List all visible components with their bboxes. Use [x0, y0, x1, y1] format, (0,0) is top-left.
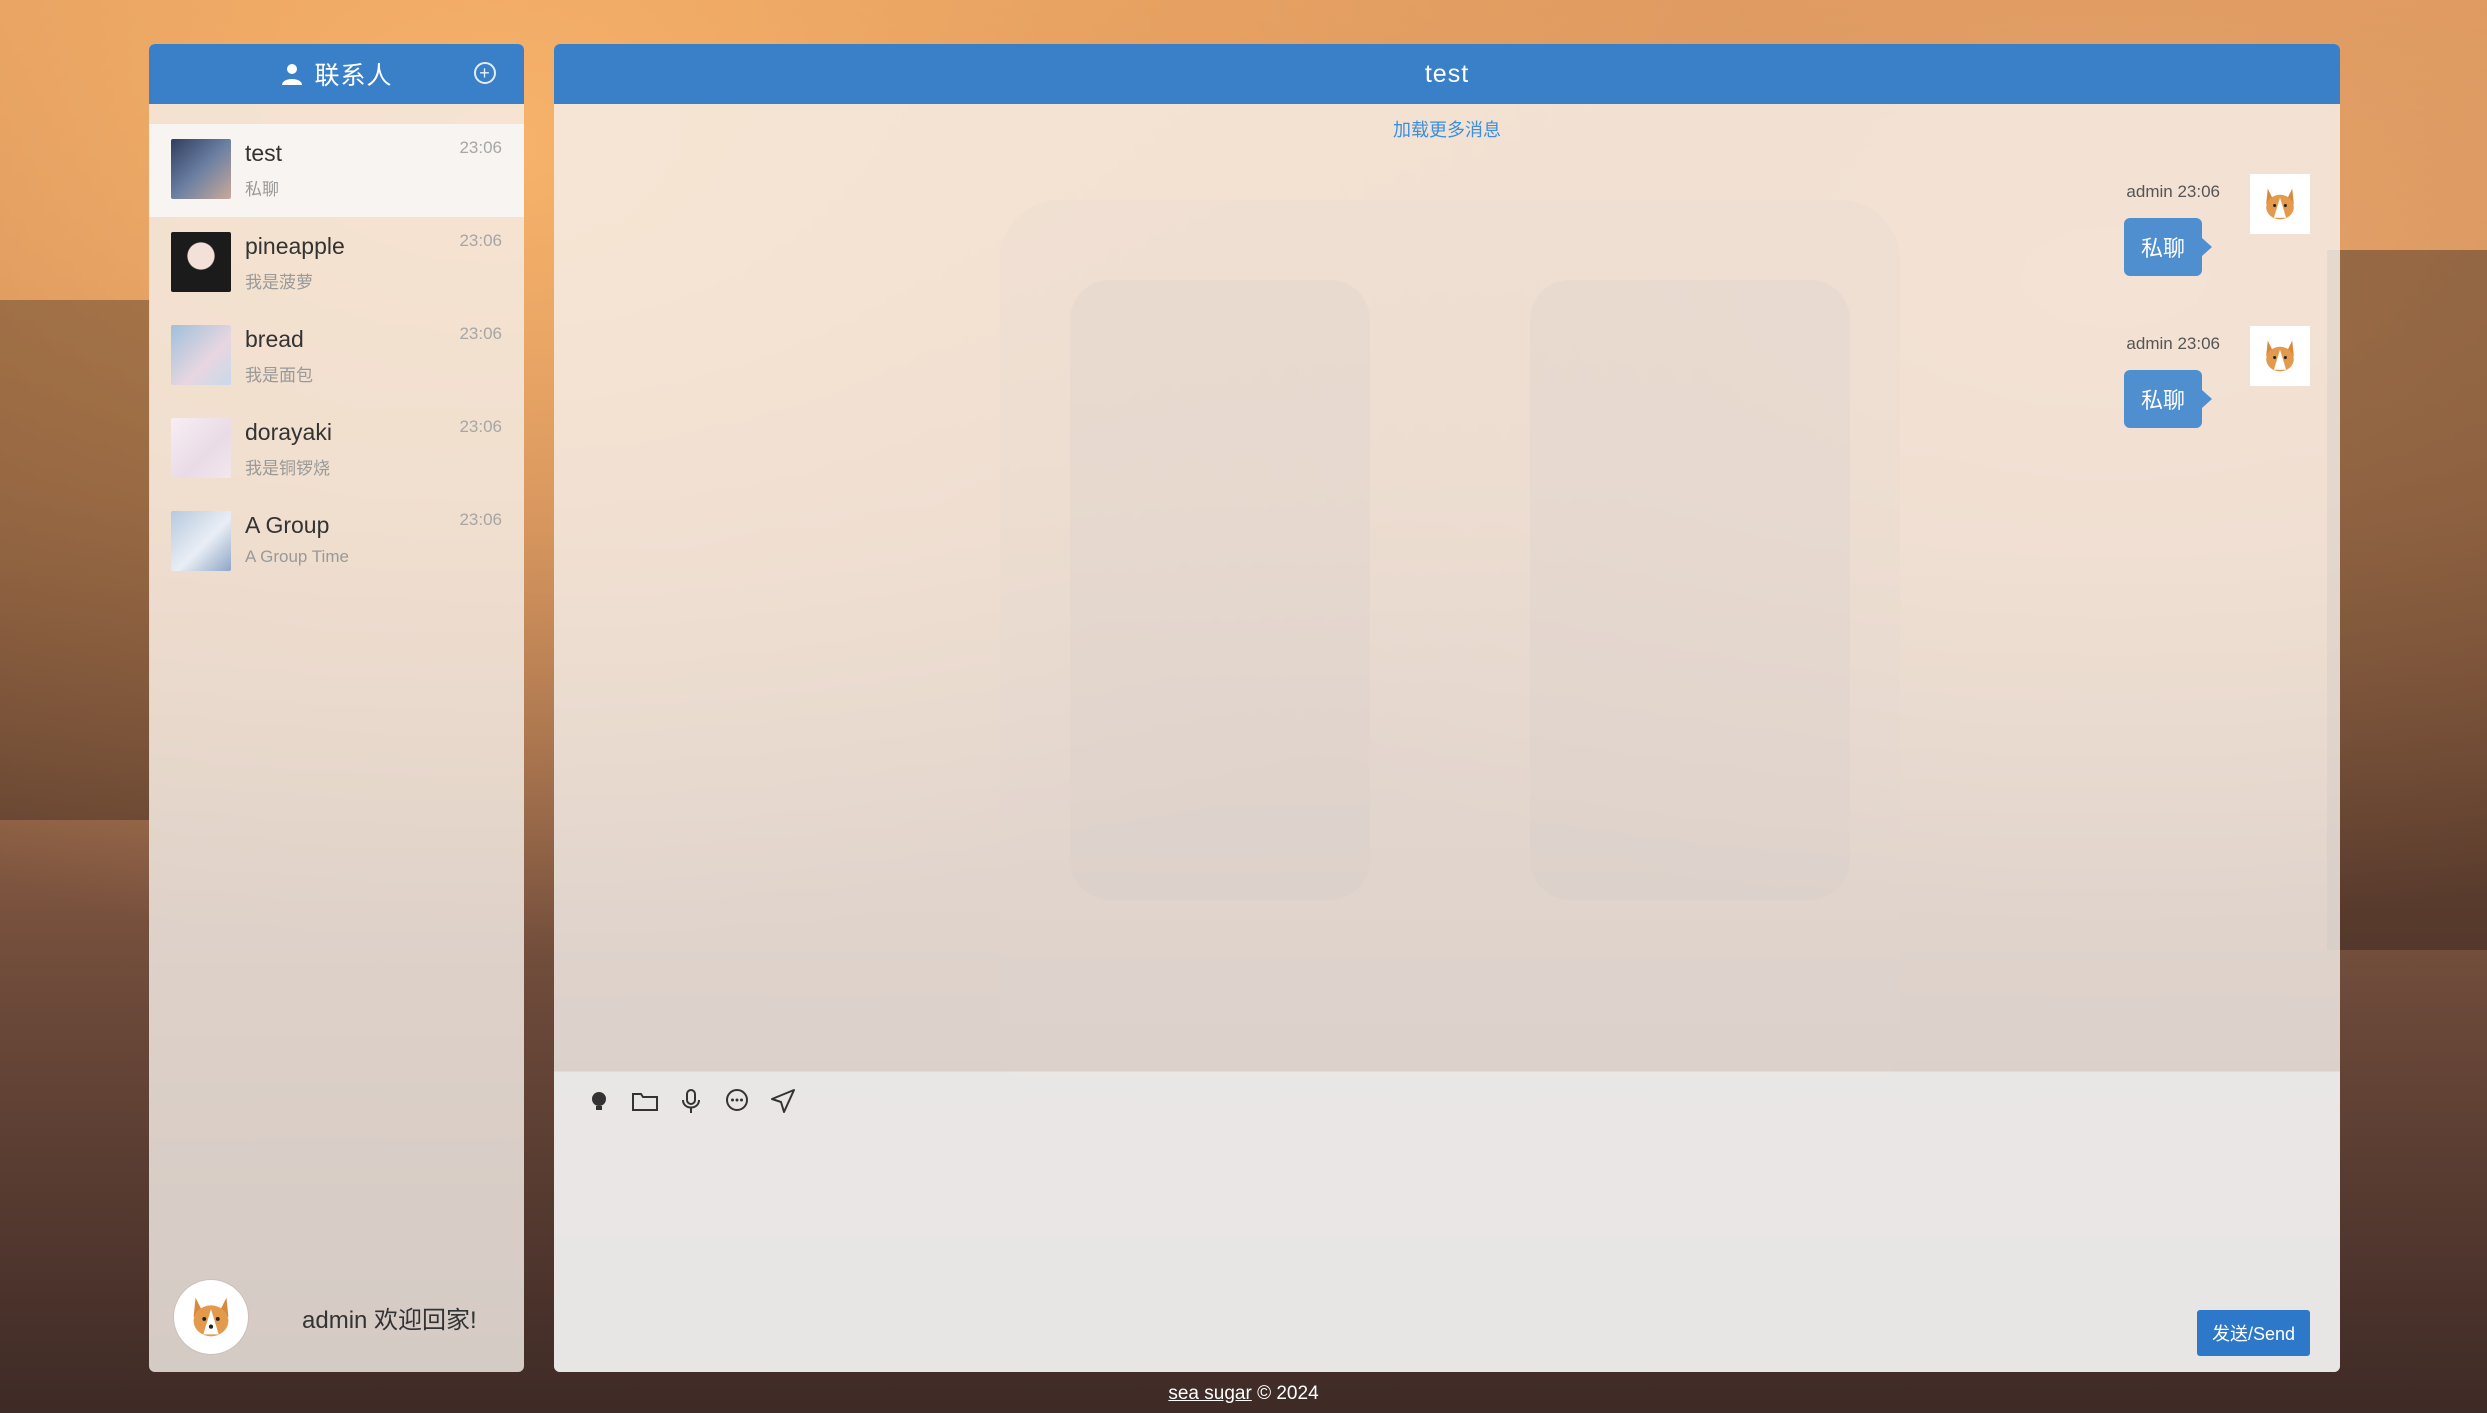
- contact-preview: 我是面包: [245, 366, 313, 385]
- contact-name: bread: [245, 326, 304, 352]
- contact-preview: 我是铜锣烧: [245, 459, 330, 478]
- contact-preview: A Group Time: [245, 547, 349, 566]
- message-composer[interactable]: 发送/Send: [554, 1071, 2340, 1372]
- microphone-icon[interactable]: [676, 1086, 706, 1116]
- send-arrow-icon[interactable]: [768, 1086, 798, 1116]
- message-meta: admin 23:06: [2126, 182, 2220, 201]
- corgi-avatar-icon: [193, 1297, 229, 1337]
- welcome-text: admin 欢迎回家!: [302, 1306, 477, 1334]
- sidebar-header: 联系人 +: [149, 44, 524, 104]
- message-list: admin 23:06 私聊 admin 23:06 私聊: [554, 142, 2340, 1122]
- send-button[interactable]: 发送/Send: [2196, 1310, 2310, 1356]
- contact-time: 23:06: [459, 138, 502, 157]
- chat-panel: test 加载更多消息 admin 23:06 私聊 admin 23:06 私…: [554, 44, 2340, 1372]
- contact-avatar: [171, 418, 231, 478]
- contact-preview: 私聊: [245, 180, 279, 199]
- bulb-icon[interactable]: [584, 1086, 614, 1116]
- contact-preview: 我是菠萝: [245, 273, 313, 292]
- person-icon: [282, 64, 303, 85]
- contact-name: dorayaki: [245, 419, 332, 445]
- copyright-text: © 2024: [1251, 1383, 1319, 1404]
- chat-title: test: [554, 44, 2340, 104]
- copyright-footer: sea sugar © 2024: [0, 1383, 2487, 1405]
- chat-message: admin 23:06 私聊: [1910, 174, 2310, 292]
- folder-icon[interactable]: [630, 1086, 660, 1116]
- chat-message: admin 23:06 私聊: [1910, 326, 2310, 444]
- corgi-avatar-icon: [2266, 188, 2294, 220]
- sidebar-title: 联系人: [314, 62, 393, 90]
- contact-name: test: [245, 140, 283, 166]
- brand-link[interactable]: sea sugar: [1168, 1383, 1251, 1404]
- background-shape: [2327, 250, 2487, 950]
- add-circle-icon[interactable]: +: [474, 62, 496, 84]
- load-more-link[interactable]: 加载更多消息: [554, 116, 2340, 142]
- message-avatar: [2250, 174, 2310, 234]
- contact-avatar: [171, 325, 231, 385]
- contact-avatar: [171, 232, 231, 292]
- contact-item-pineapple[interactable]: pineapple 我是菠萝 23:06: [149, 217, 524, 310]
- contact-item-test[interactable]: test 私聊 23:06: [149, 124, 524, 217]
- contact-avatar: [171, 139, 231, 199]
- chat-bubble-icon[interactable]: [722, 1086, 752, 1116]
- contact-list: test 私聊 23:06 pineapple 我是菠萝 23:06 bread…: [149, 124, 524, 589]
- contact-time: 23:06: [459, 231, 502, 250]
- message-avatar: [2250, 326, 2310, 386]
- corgi-avatar-icon: [2266, 340, 2294, 372]
- contact-item-a-group[interactable]: A Group A Group Time 23:06: [149, 496, 524, 589]
- contact-avatar: [171, 511, 231, 571]
- message-meta: admin 23:06: [2126, 334, 2220, 353]
- sidebar-footer: admin 欢迎回家!: [149, 1262, 524, 1372]
- composer-toolbar: [554, 1072, 2340, 1130]
- contact-name: A Group: [245, 512, 330, 538]
- message-bubble: 私聊: [2123, 370, 2213, 428]
- contact-item-bread[interactable]: bread 我是面包 23:06: [149, 310, 524, 403]
- background-shape: [0, 300, 150, 820]
- contact-time: 23:06: [459, 510, 502, 529]
- message-bubble: 私聊: [2123, 218, 2213, 276]
- contact-name: pineapple: [245, 233, 345, 259]
- contact-item-dorayaki[interactable]: dorayaki 我是铜锣烧 23:06: [149, 403, 524, 496]
- contact-time: 23:06: [459, 324, 502, 343]
- user-avatar[interactable]: [174, 1280, 248, 1354]
- contacts-sidebar: 联系人 + test 私聊 23:06 pineapple 我是菠萝 23:06…: [149, 44, 524, 1372]
- contact-time: 23:06: [459, 417, 502, 436]
